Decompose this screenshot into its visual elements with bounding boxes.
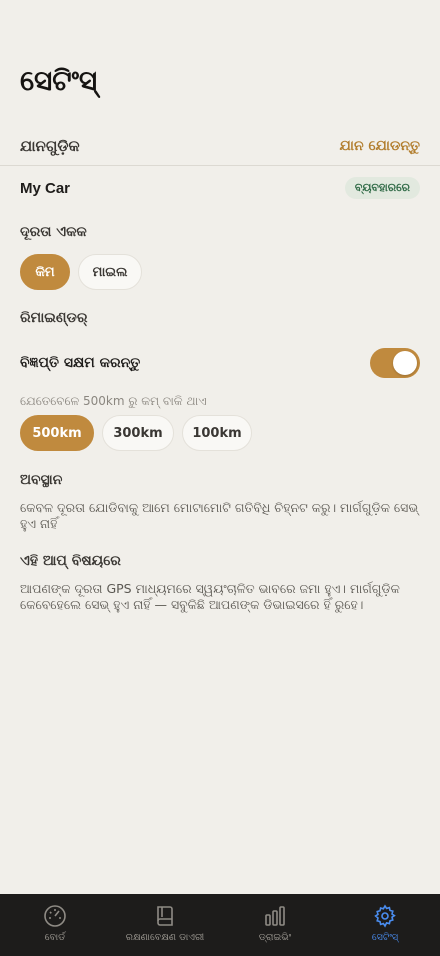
page-title: ସେଟିଂସ୍ <box>20 64 98 97</box>
speedometer-icon <box>44 905 66 927</box>
vehicle-name: My Car <box>20 179 71 197</box>
reminder-hint: ଯେତେବେଳେ 500km ରୁ କମ୍ ବାକି ଥାଏ <box>20 394 207 408</box>
add-vehicle-button[interactable]: ଯାନ ଯୋଡନ୍ତୁ <box>339 138 420 154</box>
toggle-knob <box>393 351 417 375</box>
tab-label: ବୋର୍ଡ <box>44 932 66 943</box>
bar-chart-icon <box>265 906 285 926</box>
tab-label: ସେଟିଂସ୍ <box>371 932 399 943</box>
tab-bar: ବୋର୍ଡ ରକ୍ଷଣାବେକ୍ଷଣ ଡାଏରୀ ଡ୍ରାଇଭିଂ ସେଟିଂସ… <box>0 894 440 956</box>
divider <box>0 165 440 166</box>
threshold-option-300km[interactable]: 300km <box>102 415 174 451</box>
distance-unit-label: ଦୂରତା ଏକକ <box>20 224 87 240</box>
notification-toggle-label: ବିଜ୍ଞପ୍ତି ସକ୍ଷମ କରନ୍ତୁ <box>20 355 141 371</box>
distance-unit-selector: କିମ ମାଇଲ <box>20 254 142 290</box>
tab-label: ରକ୍ଷଣାବେକ୍ଷଣ ଡାଏରୀ <box>125 932 205 943</box>
book-icon <box>157 906 173 926</box>
reminder-threshold-selector: 500km 300km 100km <box>20 415 252 451</box>
about-label: ଏହି ଆପ୍ ବିଷୟରେ <box>20 553 121 569</box>
tab-driving[interactable]: ଡ୍ରାଇଭିଂ <box>220 904 330 943</box>
location-description: କେବଳ ଦୂରତା ଯୋଡିବାକୁ ଆମେ ମୋଟାମୋଟି ଗତିବିଧି… <box>20 500 419 531</box>
about-description: ଆପଣଙ୍କ ଦୂରତା GPS ମାଧ୍ୟମରେ ସ୍ୱୟଂଚାଳିତ ଭାବ… <box>20 581 400 612</box>
location-label: ଅବସ୍ଥାନ <box>20 472 63 488</box>
notification-toggle[interactable] <box>370 348 420 378</box>
notification-toggle-row: ବିଜ୍ଞପ୍ତି ସକ୍ଷମ କରନ୍ତୁ <box>0 346 440 380</box>
reminder-label: ରିମାଇଣ୍ଡର୍ <box>20 310 88 326</box>
vehicles-header: ଯାନଗୁଡ଼ିକ ଯାନ ଯୋଡନ୍ତୁ <box>0 126 440 166</box>
gear-icon <box>374 904 396 928</box>
threshold-option-500km[interactable]: 500km <box>20 415 94 451</box>
unit-option-km[interactable]: କିମ <box>20 254 70 290</box>
tab-maintenance-diary[interactable]: ରକ୍ଷଣାବେକ୍ଷଣ ଡାଏରୀ <box>110 904 220 943</box>
tab-label: ଡ୍ରାଇଭିଂ <box>258 932 292 943</box>
tab-settings[interactable]: ସେଟିଂସ୍ <box>330 904 440 943</box>
status-badge: ବ୍ୟବହାରରେ <box>344 177 420 199</box>
vehicle-row-my-car[interactable]: My Car ବ୍ୟବହାରରେ <box>0 174 440 202</box>
vehicles-section-label: ଯାନଗୁଡ଼ିକ <box>20 137 80 155</box>
unit-option-mile[interactable]: ମାଇଲ <box>78 254 142 290</box>
tab-dashboard[interactable]: ବୋର୍ଡ <box>0 904 110 943</box>
threshold-option-100km[interactable]: 100km <box>182 415 252 451</box>
